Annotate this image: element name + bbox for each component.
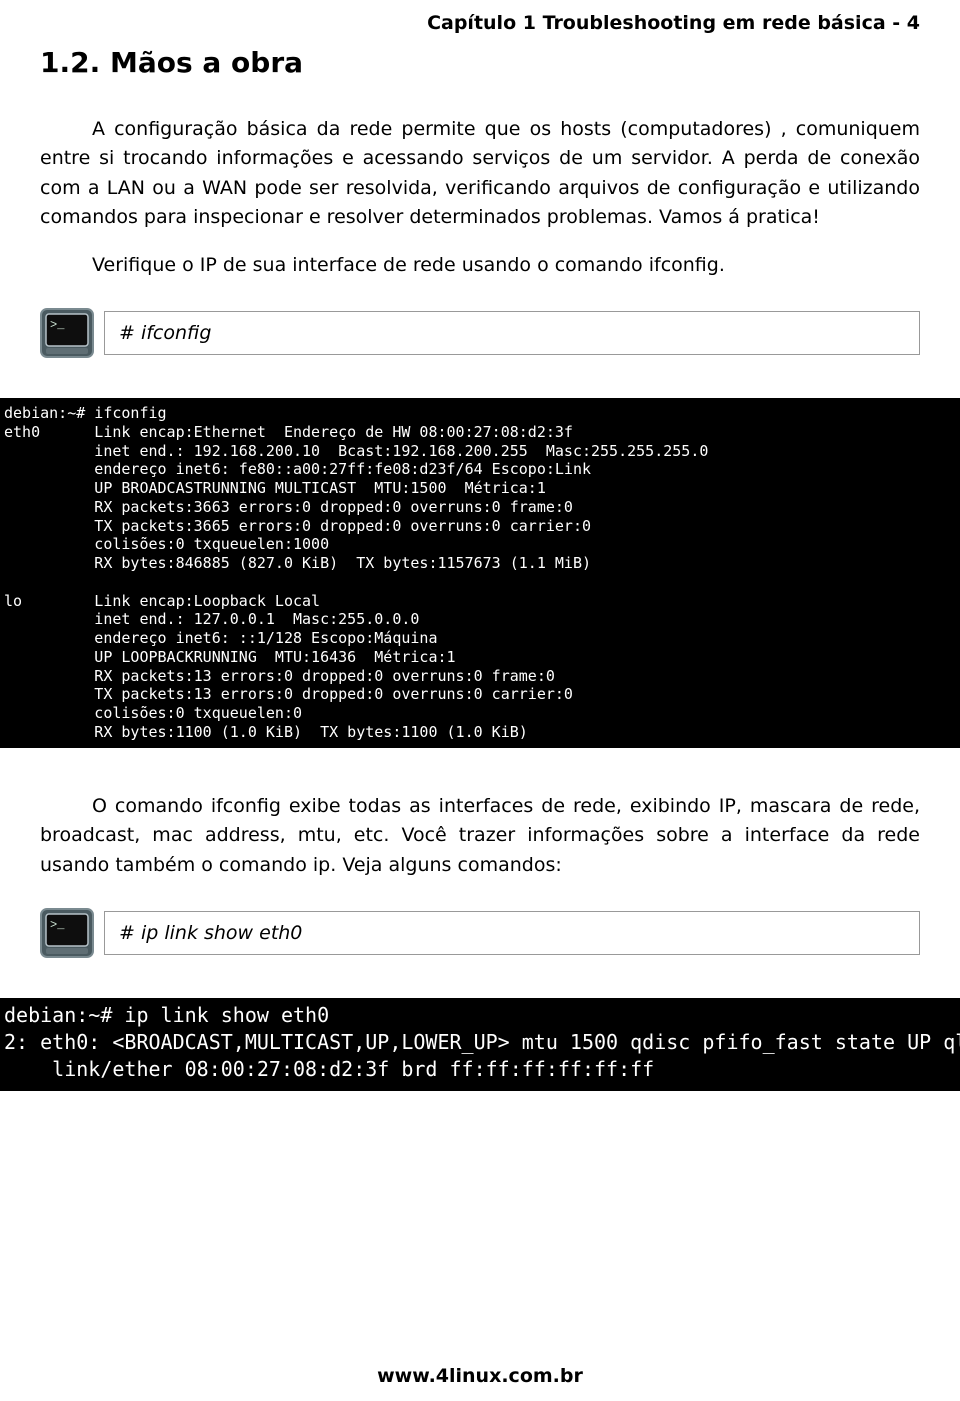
page-header: Capítulo 1 Troubleshooting em rede básic… [40,12,920,34]
command-block-1: >_ # ifconfig [40,308,920,358]
command-block-2: >_ # ip link show eth0 [40,908,920,958]
terminal-icon: >_ [40,908,94,958]
paragraph-3: O comando ifconfig exibe todas as interf… [40,792,920,880]
document-page: Capítulo 1 Troubleshooting em rede básic… [0,0,960,1401]
terminal-output-2: debian:~# ip link show eth0 2: eth0: <BR… [0,998,960,1091]
page-footer: www.4linux.com.br [0,1365,960,1387]
command-text-1: # ifconfig [104,311,920,355]
svg-text:>_: >_ [50,918,65,932]
svg-text:>_: >_ [50,318,65,332]
paragraph-2: Verifique o IP de sua interface de rede … [40,251,920,280]
command-text-2: # ip link show eth0 [104,911,920,955]
paragraph-1: A configuração básica da rede permite qu… [40,115,920,233]
terminal-icon: >_ [40,308,94,358]
section-title: 1.2. Mãos a obra [40,46,920,79]
terminal-output-1: debian:~# ifconfig eth0 Link encap:Ether… [0,398,960,748]
